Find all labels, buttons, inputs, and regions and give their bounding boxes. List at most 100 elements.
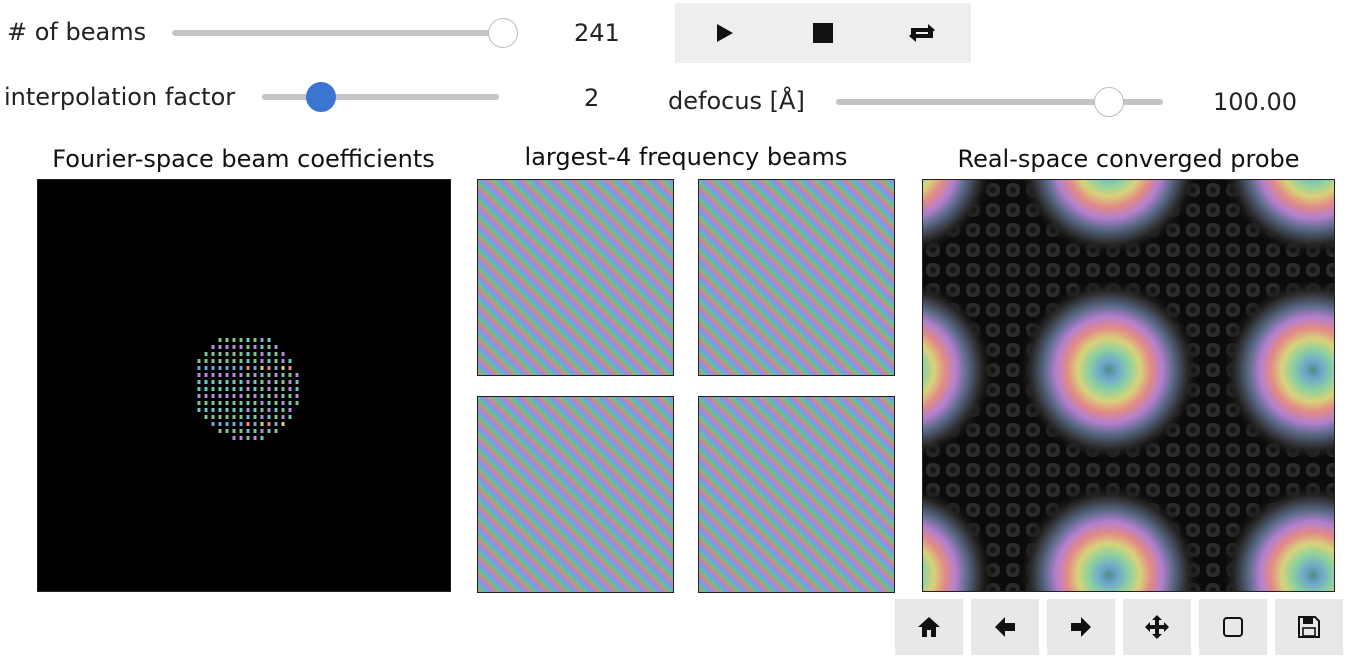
loop-button[interactable] bbox=[873, 3, 971, 63]
beam-dot bbox=[211, 401, 215, 405]
beam-dot bbox=[197, 359, 201, 363]
pan-button[interactable] bbox=[1123, 599, 1191, 655]
beams-slider-track[interactable] bbox=[172, 30, 502, 36]
beam-dot bbox=[260, 436, 264, 440]
beam-dot bbox=[218, 345, 222, 349]
beam-dot bbox=[232, 408, 236, 412]
square-icon bbox=[1223, 617, 1243, 637]
beam-dot bbox=[204, 401, 208, 405]
beam-dot bbox=[218, 394, 222, 398]
probe-plot[interactable] bbox=[922, 179, 1335, 592]
interpolation-slider-track[interactable] bbox=[262, 94, 499, 100]
beam-dot bbox=[281, 415, 285, 419]
beam-dot bbox=[253, 401, 257, 405]
stop-button[interactable] bbox=[774, 3, 872, 63]
beam-dot bbox=[274, 373, 278, 377]
defocus-slider[interactable] bbox=[836, 86, 1166, 118]
beam-dot bbox=[260, 338, 264, 342]
beam-dot bbox=[225, 345, 229, 349]
beam-dot bbox=[274, 415, 278, 419]
beam-dot bbox=[211, 394, 215, 398]
beam-dot bbox=[225, 415, 229, 419]
beam-dot bbox=[239, 345, 243, 349]
beam-dot bbox=[274, 429, 278, 433]
beam-dot bbox=[267, 345, 271, 349]
defocus-slider-handle[interactable] bbox=[1094, 87, 1124, 117]
play-icon bbox=[717, 24, 733, 42]
defocus-slider-label: defocus [Å] bbox=[668, 87, 805, 115]
beam-dot bbox=[260, 422, 264, 426]
beam-dot bbox=[253, 366, 257, 370]
beam-plot-1[interactable] bbox=[477, 179, 674, 376]
home-icon bbox=[918, 617, 940, 637]
loop-icon bbox=[909, 24, 935, 42]
beam-dot bbox=[267, 338, 271, 342]
beam-dot bbox=[204, 415, 208, 419]
back-button[interactable] bbox=[971, 599, 1039, 655]
beam-dot bbox=[288, 394, 292, 398]
beam-dot bbox=[239, 394, 243, 398]
beam-dot bbox=[239, 422, 243, 426]
beam-dot bbox=[239, 352, 243, 356]
beam-dot bbox=[274, 401, 278, 405]
beam-dot bbox=[211, 387, 215, 391]
beam-dot bbox=[246, 394, 250, 398]
home-button[interactable] bbox=[895, 599, 963, 655]
beam-dot bbox=[253, 338, 257, 342]
beam-dot bbox=[232, 422, 236, 426]
beam-dot bbox=[253, 436, 257, 440]
beam-dot bbox=[204, 380, 208, 384]
beam-dot bbox=[267, 380, 271, 384]
beams-value: 241 bbox=[574, 19, 620, 47]
beam-dot bbox=[225, 373, 229, 377]
move-icon bbox=[1145, 615, 1169, 639]
interpolation-slider[interactable] bbox=[262, 81, 502, 113]
zoom-button[interactable] bbox=[1199, 599, 1267, 655]
beam-dot bbox=[246, 373, 250, 377]
beam-dot bbox=[204, 352, 208, 356]
beam-dot bbox=[274, 359, 278, 363]
beam-dot bbox=[295, 380, 299, 384]
beam-dot bbox=[295, 373, 299, 377]
beam-dot bbox=[218, 422, 222, 426]
beams-panel-title: largest-4 frequency beams bbox=[524, 143, 848, 171]
beams-slider-handle[interactable] bbox=[488, 18, 518, 48]
forward-button[interactable] bbox=[1047, 599, 1115, 655]
beam-plot-2[interactable] bbox=[698, 179, 895, 376]
beam-dot bbox=[246, 387, 250, 391]
beam-dot bbox=[260, 401, 264, 405]
beam-dot bbox=[288, 387, 292, 391]
beam-dot bbox=[232, 387, 236, 391]
beam-dot bbox=[281, 366, 285, 370]
beam-dot bbox=[246, 422, 250, 426]
beam-dot bbox=[246, 429, 250, 433]
beam-dot bbox=[239, 429, 243, 433]
beam-dot bbox=[232, 352, 236, 356]
beam-dot bbox=[253, 387, 257, 391]
beam-dot bbox=[204, 408, 208, 412]
beam-dot bbox=[253, 429, 257, 433]
beam-dot bbox=[274, 366, 278, 370]
beam-dot bbox=[204, 359, 208, 363]
play-button[interactable] bbox=[675, 3, 773, 63]
beam-dot bbox=[246, 366, 250, 370]
beam-dot bbox=[281, 373, 285, 377]
beam-dot bbox=[281, 394, 285, 398]
beams-slider[interactable] bbox=[170, 17, 520, 49]
beam-dot bbox=[288, 380, 292, 384]
save-button[interactable] bbox=[1275, 599, 1343, 655]
beam-dot bbox=[204, 366, 208, 370]
fourier-plot[interactable] bbox=[37, 179, 451, 592]
beam-dot bbox=[211, 415, 215, 419]
beams-slider-label: # of beams bbox=[7, 18, 147, 46]
beam-dot bbox=[218, 338, 222, 342]
beam-dot bbox=[204, 394, 208, 398]
beam-dot bbox=[232, 338, 236, 342]
beam-plot-4[interactable] bbox=[698, 396, 895, 593]
beam-dot bbox=[246, 415, 250, 419]
interpolation-slider-handle[interactable] bbox=[306, 82, 336, 112]
beam-dot bbox=[274, 345, 278, 349]
beam-dot bbox=[281, 380, 285, 384]
beam-dot bbox=[267, 422, 271, 426]
beam-plot-3[interactable] bbox=[477, 396, 674, 593]
